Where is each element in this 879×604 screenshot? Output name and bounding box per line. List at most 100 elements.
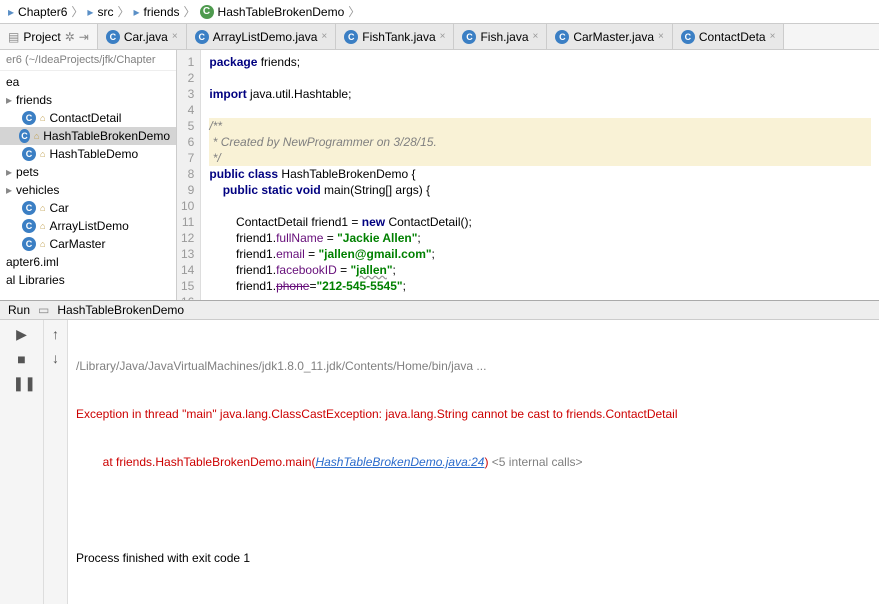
crumb[interactable]: src (97, 5, 113, 19)
code-line[interactable]: * Created by NewProgrammer on 3/28/15. (201, 134, 879, 150)
code-line[interactable]: package friends; (201, 54, 879, 70)
code-line[interactable] (201, 198, 879, 214)
crumb[interactable]: friends (144, 5, 180, 19)
run-tab-label[interactable]: Run (8, 303, 30, 317)
package-icon: ▸ (6, 183, 12, 197)
settings-icon[interactable]: ✲ (65, 30, 75, 44)
code-line[interactable]: import java.util.Hashtable; (201, 86, 879, 102)
editor-tabs: CCar.java×CArrayListDemo.java×CFishTank.… (98, 24, 785, 49)
line-number[interactable]: 3 (181, 86, 194, 102)
toolbar: ▤ Project ✲ ⇥ CCar.java×CArrayListDemo.j… (0, 24, 879, 50)
line-number[interactable]: 10 (181, 198, 194, 214)
rerun-button[interactable]: ▶ (13, 326, 31, 343)
code-line[interactable]: ContactDetail friend1 = new ContactDetai… (201, 214, 879, 230)
code-line[interactable]: public class HashTableBrokenDemo { (201, 166, 879, 182)
stacktrace-link[interactable]: HashTableBrokenDemo.java:24 (315, 455, 484, 469)
editor-tab[interactable]: CCar.java× (98, 24, 187, 49)
console-output[interactable]: /Library/Java/JavaVirtualMachines/jdk1.8… (68, 320, 879, 604)
editor-tab[interactable]: CArrayListDemo.java× (187, 24, 337, 49)
line-number[interactable]: 6 (181, 134, 194, 150)
lock-icon: ⌂ (40, 221, 45, 231)
class-icon: C (22, 237, 36, 251)
close-icon[interactable]: × (440, 31, 446, 42)
chevron-right-icon: 〉 (117, 3, 129, 20)
crumb[interactable]: HashTableBrokenDemo (218, 5, 345, 19)
chevron-right-icon: 〉 (71, 3, 83, 20)
collapse-icon[interactable]: ⇥ (79, 30, 89, 44)
project-tool-button[interactable]: ▤ Project ✲ ⇥ (0, 24, 98, 49)
tab-label: ArrayListDemo.java (213, 30, 318, 44)
editor-tab[interactable]: CContactDeta× (673, 24, 785, 49)
stop-button[interactable]: ■ (13, 351, 31, 367)
line-number[interactable]: 4 (181, 102, 194, 118)
run-toolbar-2: ↑ ↓ (44, 320, 68, 604)
run-config-name[interactable]: HashTableBrokenDemo (57, 303, 184, 317)
run-body: ▶ ■ ❚❚ ↑ ↓ /Library/Java/JavaVirtualMach… (0, 320, 879, 604)
tree-label: apter6.iml (6, 255, 59, 269)
line-number[interactable]: 5 (181, 118, 194, 134)
line-number[interactable]: 14 (181, 262, 194, 278)
tree-item[interactable]: ▸vehicles (0, 181, 176, 199)
line-number[interactable]: 13 (181, 246, 194, 262)
code-line[interactable]: */ (201, 150, 879, 166)
line-number[interactable]: 15 (181, 278, 194, 294)
tree-item[interactable]: al Libraries (0, 271, 176, 289)
editor-tab[interactable]: CFishTank.java× (336, 24, 454, 49)
code-line[interactable]: friend1.phone="212-545-5545"; (201, 278, 879, 294)
editor-tab[interactable]: CFish.java× (454, 24, 547, 49)
tree-item[interactable]: C⌂ContactDetail (0, 109, 176, 127)
project-root[interactable]: er6 (~/IdeaProjects/jfk/Chapter (0, 50, 176, 71)
close-icon[interactable]: × (172, 31, 178, 42)
code-line[interactable] (201, 70, 879, 86)
code-line[interactable]: public static void main(String[] args) { (201, 182, 879, 198)
class-icon: C (22, 147, 36, 161)
line-number[interactable]: 8 (181, 166, 194, 182)
close-icon[interactable]: × (321, 31, 327, 42)
tree-item[interactable]: C⌂ArrayListDemo (0, 217, 176, 235)
code-line[interactable]: friend1.facebookID = "jallen"; (201, 262, 879, 278)
lock-icon: ⌂ (40, 203, 45, 213)
chevron-right-icon: 〉 (348, 3, 360, 20)
lock-icon: ⌂ (40, 113, 45, 123)
tree-item[interactable]: ▸pets (0, 163, 176, 181)
pause-button[interactable]: ❚❚ (13, 375, 31, 392)
code-editor[interactable]: 1234567891011121314151617181920212223242… (177, 50, 879, 300)
line-number[interactable]: 7 (181, 150, 194, 166)
project-label: Project (23, 30, 60, 44)
project-tree[interactable]: er6 (~/IdeaProjects/jfk/Chapter ea▸frien… (0, 50, 177, 300)
tree-label: HashTableBrokenDemo (43, 129, 170, 143)
class-icon: C (200, 5, 214, 19)
line-number[interactable]: 1 (181, 54, 194, 70)
up-icon[interactable]: ↑ (47, 326, 65, 342)
tree-item[interactable]: C⌂CarMaster (0, 235, 176, 253)
line-number[interactable]: 11 (181, 214, 194, 230)
tree-item[interactable]: ▸friends (0, 91, 176, 109)
code-line[interactable]: friend1.email = "jallen@gmail.com"; (201, 246, 879, 262)
close-icon[interactable]: × (770, 31, 776, 42)
chevron-right-icon: 〉 (184, 3, 196, 20)
console-line: Process finished with exit code 1 (76, 550, 871, 566)
close-icon[interactable]: × (533, 31, 539, 42)
tab-label: ContactDeta (699, 30, 766, 44)
down-icon[interactable]: ↓ (47, 350, 65, 366)
tree-item[interactable]: C⌂HashTableDemo (0, 145, 176, 163)
line-number[interactable]: 12 (181, 230, 194, 246)
project-icon: ▤ (8, 30, 19, 44)
line-number[interactable]: 9 (181, 182, 194, 198)
class-icon: C (22, 219, 36, 233)
tab-label: Car.java (124, 30, 168, 44)
code-line[interactable]: friend1.fullName = "Jackie Allen"; (201, 230, 879, 246)
run-tab-bar[interactable]: Run ▭ HashTableBrokenDemo (0, 301, 879, 320)
tree-item[interactable]: apter6.iml (0, 253, 176, 271)
code-line[interactable]: /** (201, 118, 879, 134)
editor-tab[interactable]: CCarMaster.java× (547, 24, 673, 49)
line-number[interactable]: 2 (181, 70, 194, 86)
tree-item[interactable]: C⌂Car (0, 199, 176, 217)
tree-item[interactable]: ea (0, 73, 176, 91)
close-icon[interactable]: × (658, 31, 664, 42)
tree-item[interactable]: C⌂HashTableBrokenDemo (0, 127, 176, 145)
line-gutter[interactable]: 1234567891011121314151617181920212223242… (177, 50, 201, 300)
code-line[interactable] (201, 102, 879, 118)
code-area[interactable]: package friends; import java.util.Hashta… (201, 50, 879, 300)
crumb[interactable]: Chapter6 (18, 5, 67, 19)
